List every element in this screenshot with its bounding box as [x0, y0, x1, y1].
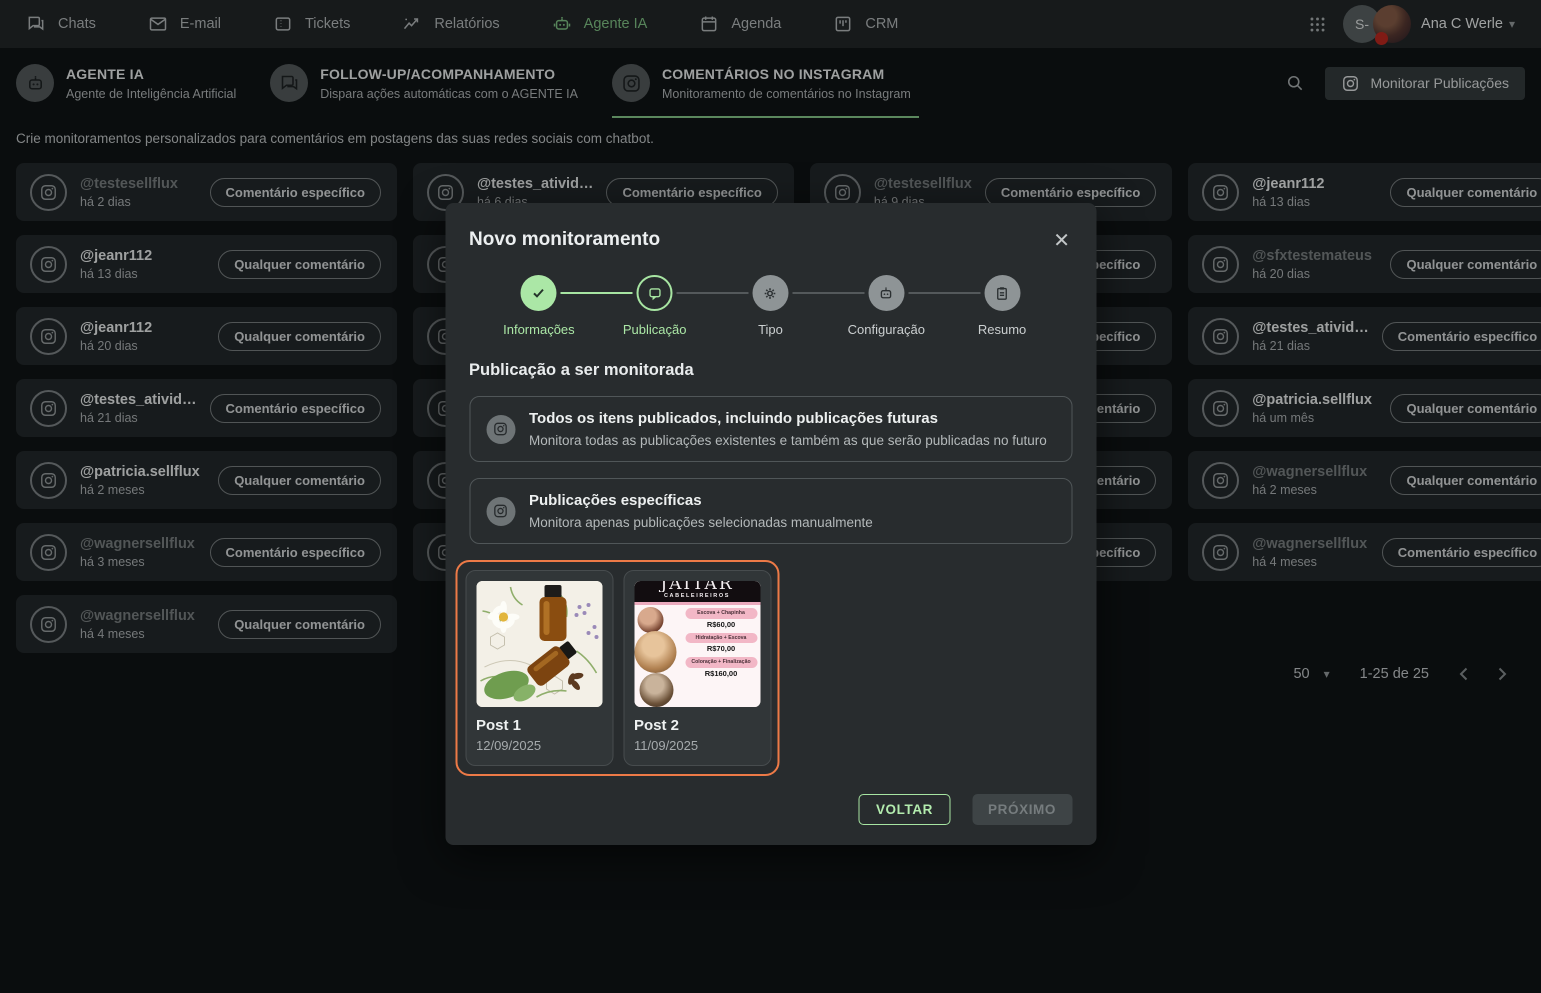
step-label: Informações — [503, 322, 575, 337]
flyer-brand-text: JAITAR — [660, 581, 734, 592]
step-label: Configuração — [847, 322, 925, 337]
service-name: Escova + Chapinha — [685, 608, 757, 619]
check-icon — [520, 275, 557, 311]
service-price: R$160,00 — [704, 668, 738, 678]
post-card-1[interactable]: Post 1 12/09/2025 — [465, 570, 613, 766]
step-informacoes[interactable]: Informações — [481, 275, 597, 337]
step-label: Tipo — [758, 322, 783, 337]
post-2-image: JAITAR CABELEIREIROS Escova + Chapinha R… — [634, 581, 760, 707]
flyer-photo-circle — [639, 673, 673, 707]
flyer-photo-circle — [637, 607, 663, 633]
next-button[interactable]: PRÓXIMO — [972, 794, 1072, 825]
instagram-icon — [486, 496, 515, 526]
close-icon[interactable]: ✕ — [1051, 229, 1072, 253]
post-date: 12/09/2025 — [476, 738, 542, 753]
service-price: R$70,00 — [706, 644, 736, 653]
option-description: Monitora todas as publicações existentes… — [529, 433, 1047, 448]
service-name: Hidratação + Escova — [685, 632, 757, 643]
post-card-2[interactable]: JAITAR CABELEIREIROS Escova + Chapinha R… — [623, 570, 771, 766]
back-button[interactable]: VOLTAR — [858, 794, 951, 825]
stepper: Informações Publicação Tipo Configuração… — [469, 275, 1072, 337]
flyer-subtitle-text: CABELEIREIROS — [663, 593, 731, 599]
new-monitoring-modal: Novo monitoramento ✕ Informações Publica… — [445, 203, 1096, 845]
selected-posts-box: Post 1 12/09/2025 JAITAR CABELEIREIROS E… — [455, 560, 779, 776]
clipboard-icon — [984, 275, 1021, 311]
step-publicacao[interactable]: Publicação — [560, 275, 713, 337]
instagram-icon — [486, 414, 515, 444]
step-resumo[interactable]: Resumo — [908, 275, 1060, 337]
section-title: Publicação a ser monitorada — [469, 361, 694, 379]
option-description: Monitora apenas publicações selecionadas… — [529, 515, 873, 530]
service-name: Coloração + Finalização — [685, 657, 757, 668]
option-title: Publicações específicas — [529, 492, 702, 509]
speech-bubble-icon — [636, 275, 673, 311]
post-date: 11/09/2025 — [634, 738, 699, 753]
post-title: Post 2 — [634, 717, 680, 734]
step-configuracao[interactable]: Configuração — [792, 275, 944, 337]
option-all-publications[interactable]: Todos os itens publicados, incluindo pub… — [469, 396, 1072, 462]
step-tipo[interactable]: Tipo — [676, 275, 829, 337]
modal-title: Novo monitoramento — [469, 229, 661, 250]
step-label: Publicação — [622, 322, 687, 337]
step-label: Resumo — [977, 322, 1027, 337]
option-title: Todos os itens publicados, incluindo pub… — [529, 410, 938, 427]
robot-icon — [868, 275, 905, 311]
service-price: R$60,00 — [706, 619, 736, 629]
flyer-photo-circle — [634, 631, 676, 673]
post-title: Post 1 — [476, 717, 522, 734]
post-1-image — [476, 581, 602, 707]
option-specific-publications[interactable]: Publicações específicas Monitora apenas … — [469, 478, 1072, 544]
gear-icon — [752, 275, 789, 311]
